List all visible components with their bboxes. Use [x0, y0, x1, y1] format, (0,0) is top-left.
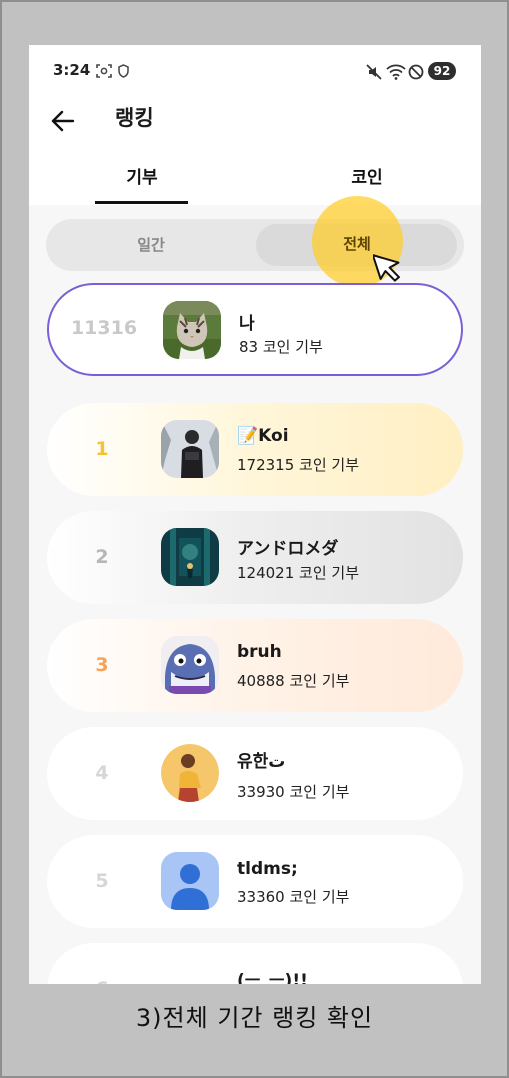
user-name: bruh — [237, 642, 282, 662]
pointer-cursor-icon — [373, 254, 400, 282]
rank-number: 6 — [47, 978, 157, 984]
tab-bar: 기부 코인 — [29, 149, 481, 205]
user-avatar — [161, 852, 219, 910]
rank-card-6[interactable]: 6 (ㅡ_ㅡ)!! — [47, 943, 463, 984]
wifi-icon — [386, 64, 406, 80]
donation-amount: 33360 코인 기부 — [237, 888, 350, 906]
user-name: (ㅡ_ㅡ)!! — [237, 971, 308, 984]
rank-card-3[interactable]: 3 bruh 40888 코인 기부 — [47, 619, 463, 712]
rank-number: 2 — [95, 546, 109, 568]
status-time: 3:24 — [53, 61, 91, 79]
user-avatar — [161, 420, 219, 478]
donation-amount: 172315 코인 기부 — [237, 456, 359, 474]
rank-card-1[interactable]: 1 📝Koi 172315 코인 기부 — [47, 403, 463, 496]
shield-icon — [118, 64, 129, 78]
page-title: 랭킹 — [115, 106, 154, 130]
rank-number: 3 — [95, 654, 109, 676]
screenshot-icon — [96, 64, 112, 78]
figure-caption: 3)전체 기간 랭킹 확인 — [135, 1004, 374, 1032]
dnd-icon — [408, 64, 424, 80]
user-avatar — [161, 744, 219, 802]
user-name: tldms; — [237, 859, 298, 879]
donation-amount: 40888 코인 기부 — [237, 672, 350, 690]
period-daily-button[interactable]: 일간 — [46, 219, 256, 271]
user-name: 유한ت — [237, 752, 286, 772]
my-avatar — [163, 301, 221, 359]
user-name: アンドロメダ — [237, 539, 339, 559]
app-bar: 랭킹 — [29, 97, 481, 149]
tab-donation[interactable]: 기부 — [82, 163, 202, 188]
rank-number: 5 — [95, 870, 109, 892]
user-name: 📝Koi — [237, 426, 289, 446]
my-name: 나 — [239, 314, 255, 334]
user-avatar — [161, 636, 219, 694]
my-donation-amount: 83 코인 기부 — [239, 338, 323, 356]
rank-card-2[interactable]: 2 アンドロメダ 124021 코인 기부 — [47, 511, 463, 604]
rank-card-5[interactable]: 5 tldms; 33360 코인 기부 — [47, 835, 463, 928]
tab-coin[interactable]: 코인 — [307, 163, 427, 188]
user-avatar — [161, 528, 219, 586]
tab-underline — [95, 201, 188, 204]
donation-amount: 124021 코인 기부 — [237, 564, 359, 582]
rank-card-4[interactable]: 4 유한ت 33930 코인 기부 — [47, 727, 463, 820]
my-rank-card[interactable]: 11316 나 83 코인 기부 — [47, 283, 463, 376]
my-rank-number: 11316 — [70, 317, 138, 339]
back-arrow-icon[interactable] — [49, 107, 77, 135]
status-bar: 3:24 92 — [29, 45, 481, 97]
rank-number: 4 — [95, 762, 109, 784]
donation-amount: 33930 코인 기부 — [237, 783, 350, 801]
phone-screen: 3:24 92 랭킹 기부 코인 일간 전체 11316 나 83 코인 기부 … — [29, 45, 481, 984]
mute-icon — [366, 64, 382, 80]
rank-number: 1 — [95, 438, 109, 460]
battery-indicator: 92 — [428, 62, 456, 80]
